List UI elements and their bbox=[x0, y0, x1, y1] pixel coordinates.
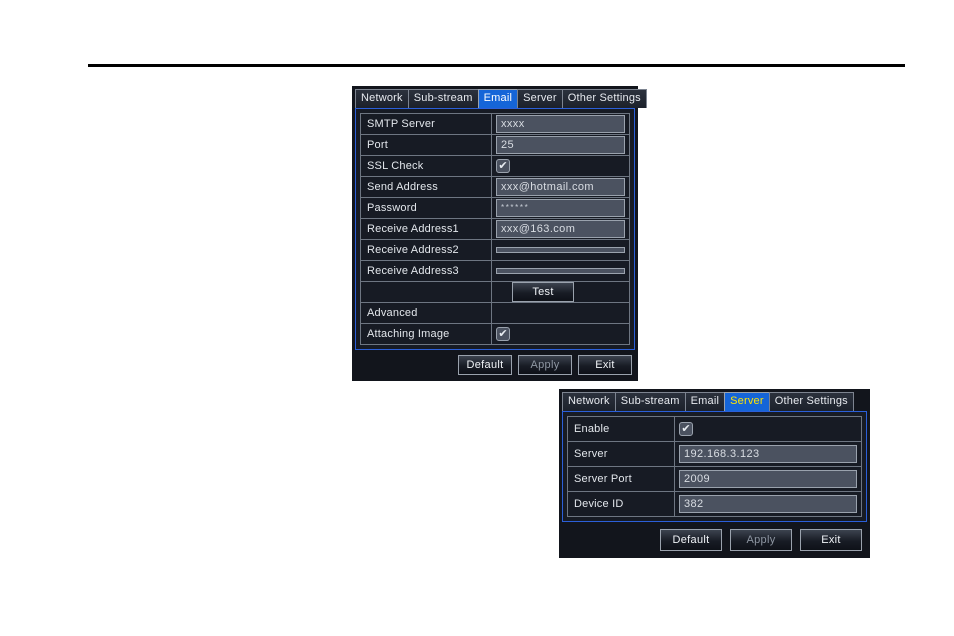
attaching-image-checkbox[interactable]: ✔ bbox=[496, 327, 510, 341]
tab-email[interactable]: Email bbox=[684, 392, 726, 411]
value-receive-address1: xxx@163.com bbox=[491, 219, 629, 239]
check-icon: ✔ bbox=[498, 327, 508, 340]
value-smtp-server: xxxx bbox=[491, 114, 629, 134]
label-advanced: Advanced bbox=[367, 307, 418, 319]
row-server-port: Server Port 2009 bbox=[568, 467, 861, 492]
tab-other-settings-label: Other Settings bbox=[774, 395, 848, 407]
default-button[interactable]: Default bbox=[458, 355, 512, 375]
value-test: Test bbox=[491, 282, 629, 302]
tab-server-label: Server bbox=[730, 395, 764, 407]
value-password: ****** bbox=[491, 198, 629, 218]
label-attaching-image: Attaching Image bbox=[367, 328, 450, 340]
value-server: 192.168.3.123 bbox=[674, 442, 861, 466]
password-input[interactable]: ****** bbox=[496, 199, 625, 217]
label-enable: Enable bbox=[574, 423, 610, 435]
label-password: Password bbox=[367, 202, 417, 214]
row-ssl-check: SSL Check ✔ bbox=[361, 156, 629, 177]
tab-email[interactable]: Email bbox=[477, 89, 519, 108]
email-dialog-tabbar: Network Sub-stream Email Server Other Se… bbox=[352, 86, 647, 108]
server-dialog-footer: Default Apply Exit bbox=[559, 522, 870, 558]
send-address-input[interactable]: xxx@hotmail.com bbox=[496, 178, 625, 196]
row-receive-address2: Receive Address2 bbox=[361, 240, 629, 261]
row-server: Server 192.168.3.123 bbox=[568, 442, 861, 467]
tab-email-label: Email bbox=[690, 395, 720, 407]
apply-button[interactable]: Apply bbox=[518, 355, 572, 375]
server-settings-panel: Enable ✔ Server 192.168.3.123 Server Por… bbox=[562, 411, 867, 522]
tab-sub-stream-label: Sub-stream bbox=[620, 395, 680, 407]
server-input[interactable]: 192.168.3.123 bbox=[679, 445, 857, 463]
value-receive-address2 bbox=[491, 240, 629, 260]
check-icon: ✔ bbox=[498, 159, 508, 172]
smtp-server-input[interactable]: xxxx bbox=[496, 115, 625, 133]
test-button[interactable]: Test bbox=[512, 282, 574, 302]
enable-checkbox[interactable]: ✔ bbox=[679, 422, 693, 436]
tab-network[interactable]: Network bbox=[355, 89, 409, 108]
value-attaching-image: ✔ bbox=[491, 324, 629, 344]
email-dialog-footer: Default Apply Exit bbox=[352, 350, 638, 381]
value-port: 25 bbox=[491, 135, 629, 155]
tab-other-settings[interactable]: Other Settings bbox=[768, 392, 854, 411]
value-send-address: xxx@hotmail.com bbox=[491, 177, 629, 197]
tab-network[interactable]: Network bbox=[562, 392, 616, 411]
port-input[interactable]: 25 bbox=[496, 136, 625, 154]
value-ssl-check: ✔ bbox=[491, 156, 629, 176]
label-device-id: Device ID bbox=[574, 498, 624, 510]
tab-other-settings-label: Other Settings bbox=[567, 92, 641, 104]
value-advanced bbox=[491, 303, 629, 323]
row-send-address: Send Address xxx@hotmail.com bbox=[361, 177, 629, 198]
exit-button[interactable]: Exit bbox=[578, 355, 632, 375]
exit-button[interactable]: Exit bbox=[800, 529, 862, 551]
apply-button[interactable]: Apply bbox=[730, 529, 792, 551]
tab-sub-stream-label: Sub-stream bbox=[413, 92, 473, 104]
tab-other-settings[interactable]: Other Settings bbox=[561, 89, 647, 108]
label-smtp-server: SMTP Server bbox=[367, 118, 436, 130]
row-enable: Enable ✔ bbox=[568, 417, 861, 442]
page-horizontal-rule bbox=[88, 64, 905, 67]
row-receive-address3: Receive Address3 bbox=[361, 261, 629, 282]
tab-server[interactable]: Server bbox=[517, 89, 563, 108]
tab-email-label: Email bbox=[483, 92, 513, 104]
value-receive-address3 bbox=[491, 261, 629, 281]
ssl-check-checkbox[interactable]: ✔ bbox=[496, 159, 510, 173]
label-port: Port bbox=[367, 139, 388, 151]
label-receive-address3: Receive Address3 bbox=[367, 265, 459, 277]
tab-sub-stream[interactable]: Sub-stream bbox=[407, 89, 479, 108]
tab-network-label: Network bbox=[568, 395, 610, 407]
default-button[interactable]: Default bbox=[660, 529, 722, 551]
receive-address3-input[interactable] bbox=[496, 268, 625, 274]
value-server-port: 2009 bbox=[674, 467, 861, 491]
receive-address1-input[interactable]: xxx@163.com bbox=[496, 220, 625, 238]
label-receive-address1: Receive Address1 bbox=[367, 223, 459, 235]
email-settings-panel: SMTP Server xxxx Port 25 SSL Check ✔ Sen… bbox=[355, 108, 635, 350]
receive-address2-input[interactable] bbox=[496, 247, 625, 253]
row-test: Test bbox=[361, 282, 629, 303]
server-port-input[interactable]: 2009 bbox=[679, 470, 857, 488]
server-settings-grid: Enable ✔ Server 192.168.3.123 Server Por… bbox=[567, 416, 862, 517]
network-server-settings-dialog: Network Sub-stream Email Server Other Se… bbox=[559, 389, 870, 558]
row-smtp-server: SMTP Server xxxx bbox=[361, 114, 629, 135]
row-advanced[interactable]: Advanced bbox=[361, 303, 629, 324]
label-receive-address2: Receive Address2 bbox=[367, 244, 459, 256]
value-enable: ✔ bbox=[674, 417, 861, 441]
value-device-id: 382 bbox=[674, 492, 861, 516]
network-email-settings-dialog: Network Sub-stream Email Server Other Se… bbox=[352, 86, 647, 381]
device-id-input[interactable]: 382 bbox=[679, 495, 857, 513]
row-device-id: Device ID 382 bbox=[568, 492, 861, 517]
label-server-port: Server Port bbox=[574, 473, 632, 485]
tab-server[interactable]: Server bbox=[724, 392, 770, 411]
row-port: Port 25 bbox=[361, 135, 629, 156]
row-attaching-image: Attaching Image ✔ bbox=[361, 324, 629, 345]
tab-network-label: Network bbox=[361, 92, 403, 104]
check-icon: ✔ bbox=[681, 422, 691, 435]
label-server: Server bbox=[574, 448, 608, 460]
row-receive-address1: Receive Address1 xxx@163.com bbox=[361, 219, 629, 240]
tab-server-label: Server bbox=[523, 92, 557, 104]
tab-sub-stream[interactable]: Sub-stream bbox=[614, 392, 686, 411]
label-send-address: Send Address bbox=[367, 181, 438, 193]
label-ssl-check: SSL Check bbox=[367, 160, 424, 172]
server-dialog-tabbar: Network Sub-stream Email Server Other Se… bbox=[559, 389, 870, 411]
row-password: Password ****** bbox=[361, 198, 629, 219]
email-settings-grid: SMTP Server xxxx Port 25 SSL Check ✔ Sen… bbox=[360, 113, 630, 345]
